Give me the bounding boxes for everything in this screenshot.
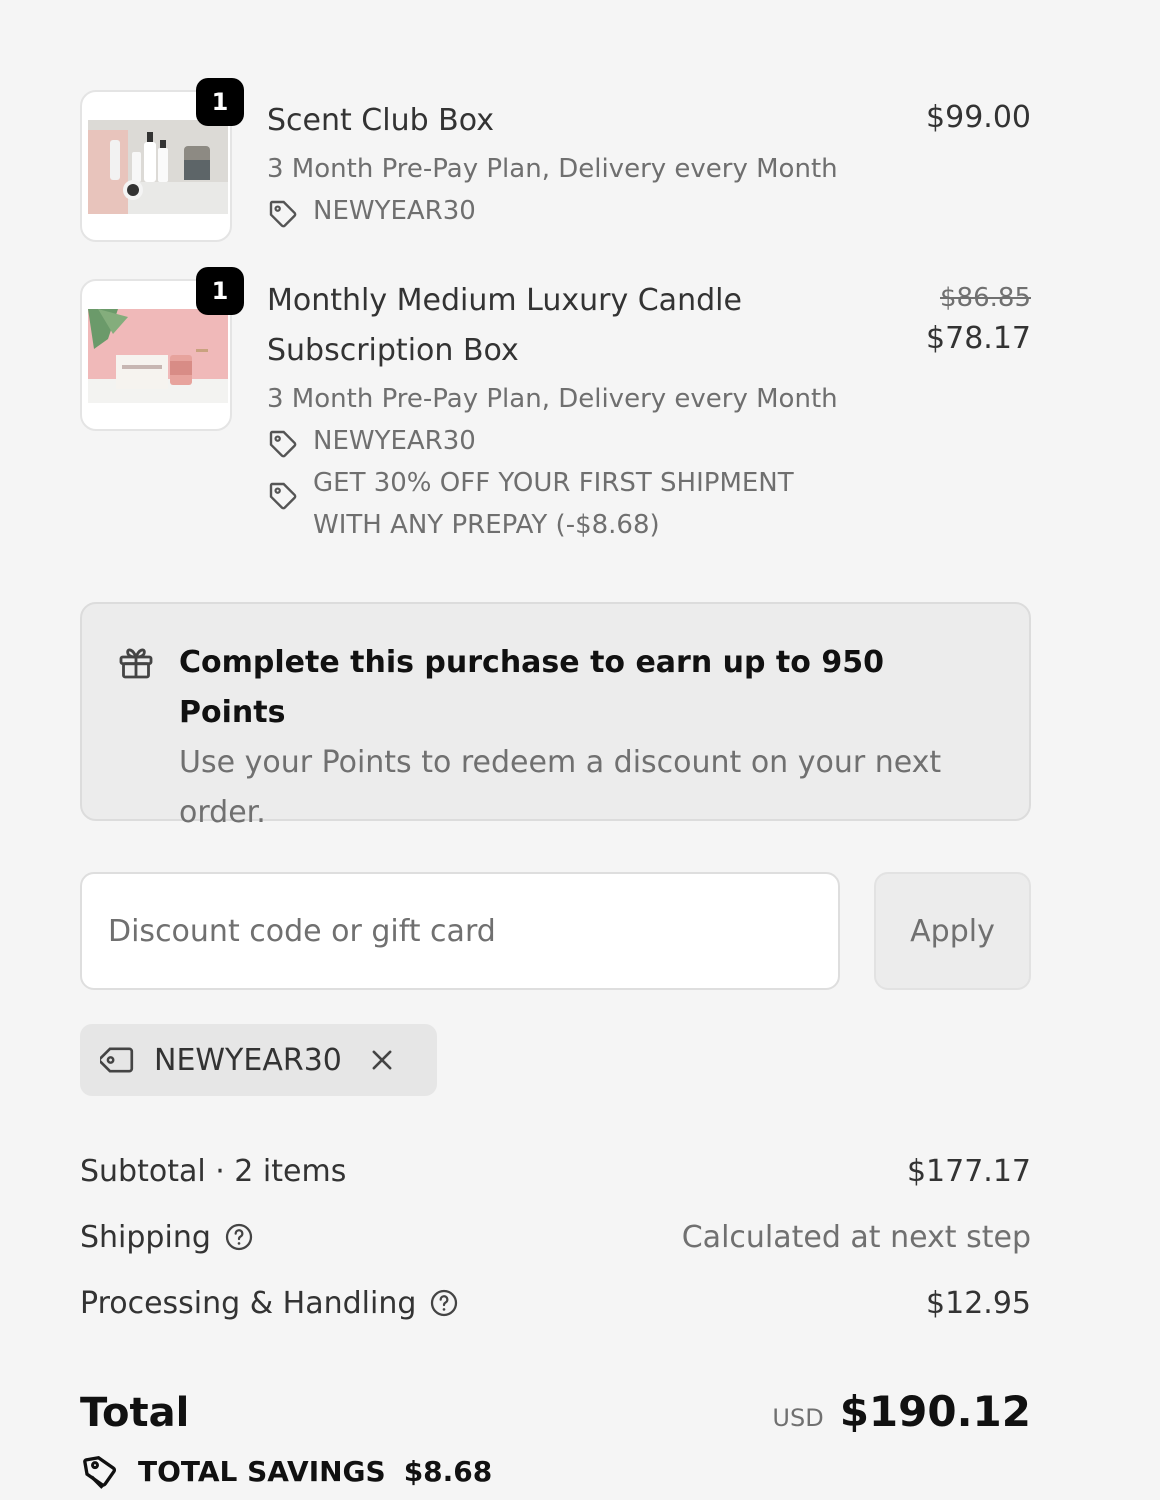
help-circle-icon[interactable] <box>428 1287 460 1319</box>
item-title: Monthly Medium Luxury Candle <box>267 283 742 318</box>
tag-icon <box>269 482 297 510</box>
savings-value: $8.68 <box>403 1454 493 1488</box>
total-savings: TOTAL SAVINGS $8.68 <box>80 1448 492 1494</box>
tag-icon <box>269 430 297 458</box>
discount-description: GET 30% OFF YOUR FIRST SHIPMENT <box>313 468 794 498</box>
line-item: 1 Scent Club Box 3 Month Pre-Pay Plan, D… <box>80 78 1031 250</box>
processing-value: $12.95 <box>926 1285 1031 1321</box>
shipping-row: Shipping Calculated at next step <box>80 1212 1031 1262</box>
item-discount: NEWYEAR30 <box>267 420 867 462</box>
remove-discount-button[interactable] <box>368 1046 396 1074</box>
total-value: $190.12 <box>839 1387 1031 1436</box>
item-title-continued: Subscription Box <box>267 333 519 368</box>
discount-code-input[interactable] <box>80 872 840 990</box>
original-price: $86.85 <box>940 283 1031 313</box>
item-discount: GET 30% OFF YOUR FIRST SHIPMENT WITH ANY… <box>267 462 867 546</box>
subtotal-value: $177.17 <box>906 1153 1031 1189</box>
quantity-badge: 1 <box>196 267 244 315</box>
apply-button[interactable]: Apply <box>874 872 1031 990</box>
rewards-subtitle-continued: order. <box>179 795 266 830</box>
discount-description-continued: WITH ANY PREPAY (-$8.68) <box>313 510 660 540</box>
processing-label: Processing & Handling <box>80 1285 417 1321</box>
discount-code-label: NEWYEAR30 <box>313 426 476 456</box>
item-details: Scent Club Box 3 Month Pre-Pay Plan, Del… <box>267 96 867 232</box>
applied-discount-chip: NEWYEAR30 <box>80 1024 437 1096</box>
tag-icon <box>269 200 297 228</box>
shipping-label: Shipping <box>80 1219 211 1255</box>
close-icon <box>372 1050 392 1070</box>
item-price-block: $86.85 $78.17 <box>926 283 1031 356</box>
total-label: Total <box>80 1390 190 1436</box>
item-price: $78.17 <box>926 321 1031 356</box>
subtotal-row: Subtotal · 2 items $177.17 <box>80 1146 1031 1196</box>
applied-code-label: NEWYEAR30 <box>154 1042 342 1078</box>
total-row: Total USD $190.12 <box>80 1372 1031 1436</box>
total-amount-group: USD $190.12 <box>772 1387 1031 1436</box>
item-variant: 3 Month Pre-Pay Plan, Delivery every Mon… <box>267 384 838 414</box>
item-price: $99.00 <box>926 100 1031 135</box>
rewards-banner: Complete this purchase to earn up to 950… <box>80 602 1031 830</box>
subtotal-label: Subtotal · 2 items <box>80 1153 347 1189</box>
gift-icon <box>119 648 153 679</box>
help-circle-icon[interactable] <box>223 1221 255 1253</box>
rewards-title: Complete this purchase to earn up to 950… <box>179 645 884 730</box>
processing-row: Processing & Handling $12.95 <box>80 1278 1031 1328</box>
shipping-value: Calculated at next step <box>681 1219 1031 1255</box>
item-title: Scent Club Box <box>267 103 494 138</box>
rewards-subtitle: Use your Points to redeem a discount on … <box>179 745 942 780</box>
line-item: 1 Monthly Medium Luxury Candle Subscript… <box>80 267 1031 549</box>
item-variant: 3 Month Pre-Pay Plan, Delivery every Mon… <box>267 154 838 184</box>
processing-label-group: Processing & Handling <box>80 1286 460 1321</box>
savings-label: TOTAL SAVINGS <box>138 1454 386 1488</box>
tag-icon <box>100 1047 134 1073</box>
currency-code: USD <box>772 1404 824 1432</box>
quantity-badge: 1 <box>196 78 244 126</box>
savings-tag-icon <box>83 1455 117 1489</box>
item-details: Monthly Medium Luxury Candle Subscriptio… <box>267 276 867 546</box>
item-discount: NEWYEAR30 <box>267 190 867 232</box>
shipping-label-group: Shipping <box>80 1220 255 1255</box>
discount-code-label: NEWYEAR30 <box>313 196 476 226</box>
